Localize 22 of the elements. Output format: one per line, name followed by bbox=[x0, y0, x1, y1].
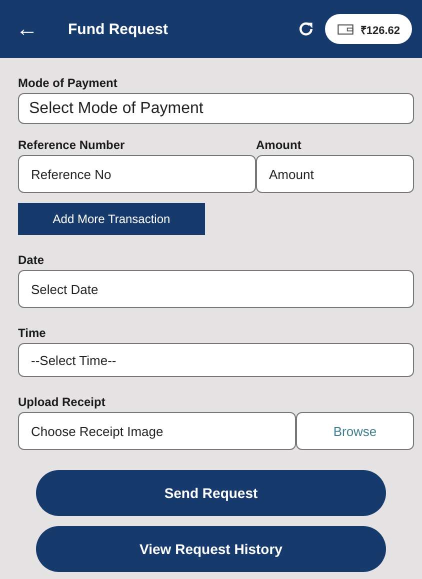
field-label: Amount bbox=[256, 138, 302, 152]
balance-amount: ₹126.62 bbox=[360, 24, 400, 36]
field-label: Date bbox=[18, 253, 44, 267]
time-field[interactable]: --Select Time-- bbox=[18, 343, 414, 377]
page-title: Fund Request bbox=[68, 20, 169, 38]
date-field[interactable]: Select Date bbox=[18, 270, 414, 308]
wallet-icon bbox=[337, 24, 354, 34]
balance-pill[interactable]: ₹126.62 bbox=[325, 14, 412, 44]
receipt-field[interactable]: Choose Receipt Image bbox=[18, 412, 296, 450]
refresh-icon[interactable] bbox=[297, 20, 316, 38]
field-label: Upload Receipt bbox=[18, 395, 106, 409]
add-transaction-button[interactable]: Add More Transaction bbox=[18, 203, 205, 235]
reference-field[interactable]: Reference No bbox=[18, 155, 256, 193]
back-button[interactable]: ← bbox=[16, 16, 56, 42]
payment-mode-field[interactable]: Select Mode of Payment bbox=[18, 93, 414, 124]
action-button[interactable]: Send Request bbox=[36, 470, 386, 516]
amount-field[interactable]: Amount bbox=[256, 155, 414, 193]
field-label: Time bbox=[18, 326, 46, 340]
field-label: Mode of Payment bbox=[18, 76, 118, 90]
browse-button[interactable]: Browse bbox=[296, 412, 414, 450]
field-label: Reference Number bbox=[18, 138, 126, 152]
action-button[interactable]: View Request History bbox=[36, 526, 386, 572]
